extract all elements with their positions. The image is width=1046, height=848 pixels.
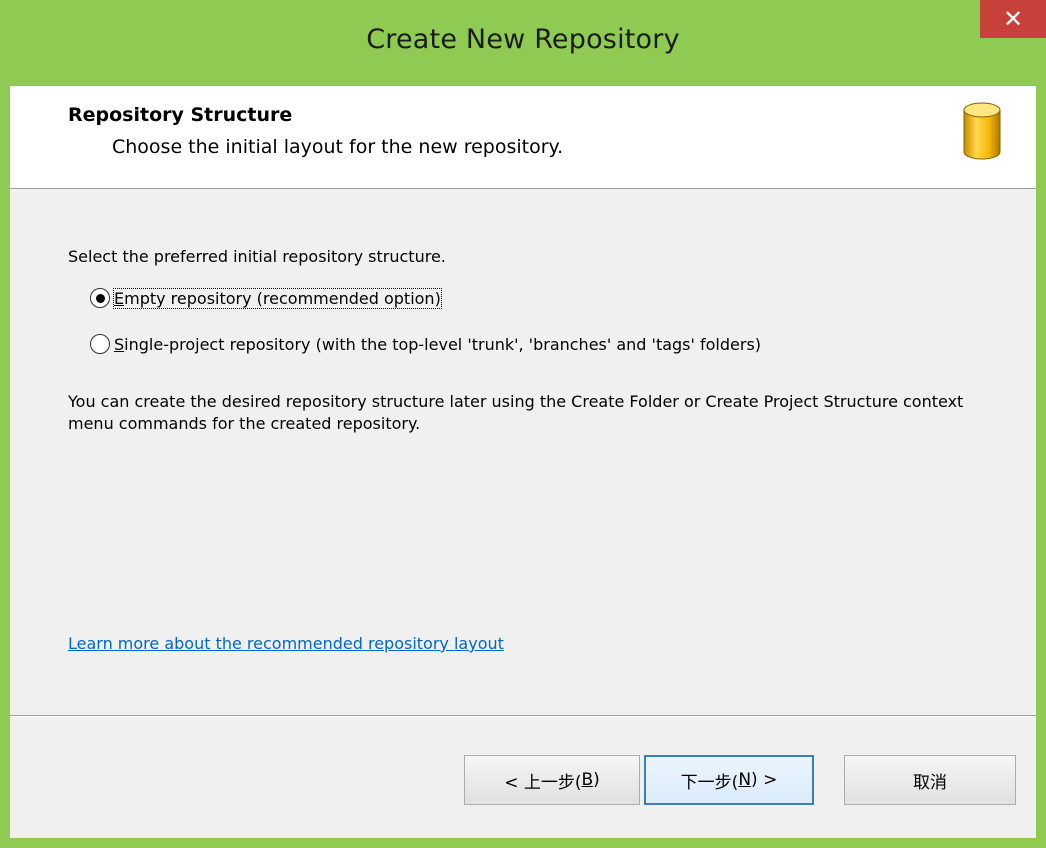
wizard-body: Select the preferred initial repository … [10,189,1036,714]
single-project-repository-option[interactable]: Single-project repository (with the top-… [90,334,761,354]
radio-dot-icon [95,293,105,303]
dialog-content: Repository Structure Choose the initial … [10,86,1036,838]
window-title: Create New Repository [366,24,680,55]
next-label-prefix: 下一步( [680,772,739,793]
wizard-header: Repository Structure Choose the initial … [10,86,1036,189]
back-button[interactable]: < 上一步(B) [464,755,640,805]
title-bar[interactable]: Create New Repository ✕ [0,0,1046,86]
page-title: Repository Structure [68,104,293,126]
option-label-text: mpty repository (recommended option) [124,288,441,308]
cancel-button[interactable]: 取消 [844,755,1016,805]
mnemonic-letter: E [114,288,125,308]
page-subtitle: Choose the initial layout for the new re… [112,136,564,158]
dialog-window: Create New Repository ✕ Repository Struc… [0,0,1046,848]
intro-text: Select the preferred initial repository … [68,247,446,266]
radio-button-unselected[interactable] [90,334,110,354]
back-label-suffix: ) [593,770,600,790]
radio-button-selected[interactable] [90,288,110,308]
empty-repository-label[interactable]: Empty repository (recommended option) [113,287,442,309]
empty-repository-option[interactable]: Empty repository (recommended option) [90,287,442,309]
next-button[interactable]: 下一步(N) > [644,755,814,805]
close-button[interactable]: ✕ [980,0,1046,38]
mnemonic-letter: S [114,334,125,354]
next-label-suffix: ) > [751,770,778,790]
option-label-text: ingle-project repository (with the top-l… [124,334,762,354]
learn-more-link[interactable]: Learn more about the recommended reposit… [68,634,504,653]
back-label-prefix: < 上一步( [504,772,582,793]
back-mnemonic: B [581,770,594,790]
next-mnemonic: N [738,770,752,790]
single-project-label[interactable]: Single-project repository (with the top-… [114,335,761,354]
structure-note: You can create the desired repository st… [68,392,964,433]
database-icon [963,102,1001,160]
footer-divider-highlight [10,716,1036,717]
close-icon: ✕ [1002,5,1024,33]
